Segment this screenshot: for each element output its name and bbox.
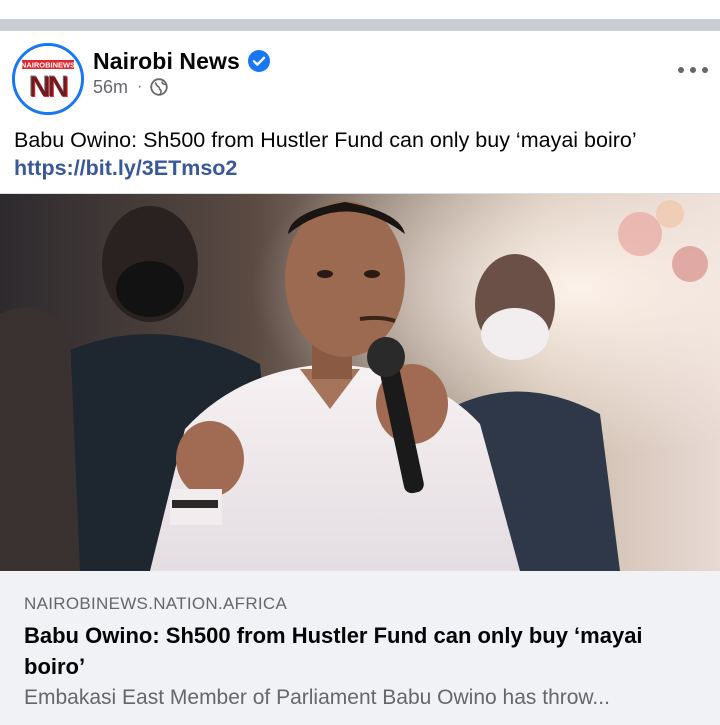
page-name[interactable]: Nairobi News bbox=[93, 48, 240, 75]
top-strip bbox=[0, 0, 720, 19]
speaker-photo-image bbox=[0, 194, 720, 571]
post-message: Babu Owino: Sh500 from Hustler Fund can … bbox=[14, 126, 714, 182]
more-dot bbox=[702, 67, 708, 73]
feed-divider bbox=[0, 19, 720, 31]
more-dot bbox=[690, 67, 696, 73]
more-options-icon[interactable] bbox=[678, 60, 708, 80]
svg-text:NN: NN bbox=[28, 70, 67, 103]
meta-separator: · bbox=[137, 78, 143, 95]
page-avatar[interactable]: NAIROBINEWS NN NN bbox=[12, 43, 84, 115]
post-timestamp[interactable]: 56m bbox=[93, 77, 128, 98]
link-preview-domain: NAIROBINEWS.NATION.AFRICA bbox=[24, 594, 288, 613]
post-meta: 56m · bbox=[93, 76, 169, 98]
page-name-row: Nairobi News bbox=[93, 46, 270, 76]
link-preview-description: Embakasi East Member of Parliament Babu … bbox=[24, 686, 610, 709]
link-preview-title[interactable]: Babu Owino: Sh500 from Hustler Fund can … bbox=[24, 620, 694, 682]
verified-badge-icon bbox=[247, 50, 270, 72]
post-text: Babu Owino: Sh500 from Hustler Fund can … bbox=[14, 128, 637, 152]
post-link[interactable]: https://bit.ly/3ETmso2 bbox=[14, 154, 714, 182]
nairobi-news-logo-icon: NAIROBINEWS NN NN bbox=[15, 46, 81, 112]
svg-text:NAIROBINEWS: NAIROBINEWS bbox=[21, 61, 75, 70]
post-photo[interactable] bbox=[0, 194, 720, 571]
more-dot bbox=[678, 67, 684, 73]
globe-icon bbox=[150, 78, 169, 96]
